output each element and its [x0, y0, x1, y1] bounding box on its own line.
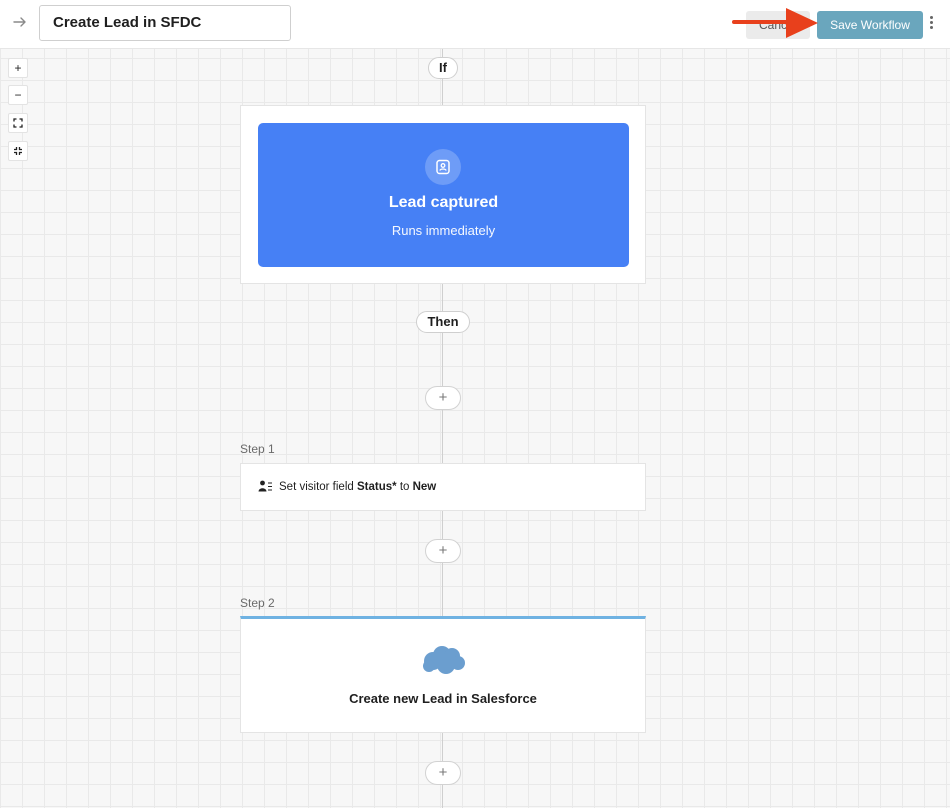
save-workflow-button[interactable]: Save Workflow: [817, 11, 923, 39]
zoom-out-button[interactable]: −: [8, 85, 28, 105]
step-2-title: Create new Lead in Salesforce: [349, 691, 537, 706]
arrow-right-icon: [13, 17, 26, 27]
step-1-card[interactable]: Set visitor field Status* to New: [240, 463, 646, 511]
step-2-label: Step 2: [240, 596, 275, 610]
if-label: If: [428, 57, 458, 79]
visitor-field-icon: [258, 480, 272, 492]
step-1-connector: to: [399, 481, 410, 493]
expand-icon: [13, 118, 23, 128]
then-label: Then: [416, 311, 470, 333]
add-step-button[interactable]: +: [425, 761, 461, 785]
flow-connector: [442, 511, 443, 616]
annotation-arrow-icon: [732, 8, 818, 38]
trigger-subtitle: Runs immediately: [391, 223, 496, 238]
trigger-icon-badge: [425, 149, 461, 185]
back-arrow-icon[interactable]: [10, 14, 30, 34]
trigger-card[interactable]: Lead captured Runs immediately: [258, 123, 629, 267]
collapse-icon: [14, 147, 22, 155]
collapse-view-button[interactable]: [8, 141, 28, 161]
header-bar: Create Lead in SFDC Cancel Save Workflow: [0, 0, 950, 49]
step-1-value: New: [412, 481, 437, 493]
workflow-name-input[interactable]: Create Lead in SFDC: [39, 5, 291, 41]
trigger-title: Lead captured: [388, 194, 499, 211]
contact-card-icon: [436, 159, 450, 175]
step-1-prefix: Set visitor field: [279, 481, 354, 493]
fit-to-screen-button[interactable]: [8, 113, 28, 133]
step-2-card[interactable]: Create new Lead in Salesforce: [240, 616, 646, 733]
salesforce-cloud-icon: [423, 646, 465, 674]
trigger-container: Lead captured Runs immediately: [240, 105, 646, 284]
zoom-in-button[interactable]: +: [8, 58, 28, 78]
step-1-description: Set visitor field Status* to New: [279, 481, 436, 493]
workflow-canvas[interactable]: + − If Lead captured Runs immediately Th…: [0, 49, 950, 808]
more-options-icon[interactable]: [927, 16, 935, 34]
step-1-field: Status*: [356, 481, 397, 493]
step-1-label: Step 1: [240, 442, 275, 456]
add-step-button[interactable]: +: [425, 386, 461, 410]
add-step-button[interactable]: +: [425, 539, 461, 563]
